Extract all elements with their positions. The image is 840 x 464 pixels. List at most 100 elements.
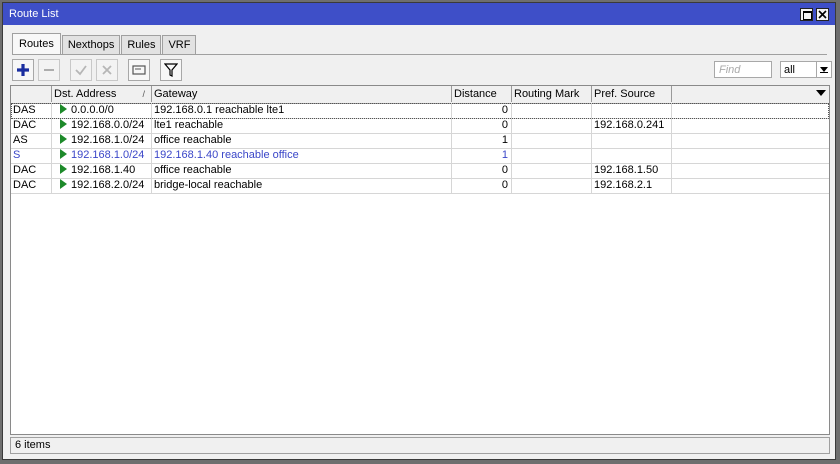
tab-routes[interactable]: Routes — [12, 33, 61, 54]
route-list-window: Route List RoutesNexthopsRulesVRF all — [2, 2, 836, 460]
column-header-flags[interactable] — [11, 86, 52, 102]
cell-text: DAS — [13, 104, 36, 116]
column-header-mark[interactable]: Routing Mark — [512, 86, 592, 102]
column-header-distance[interactable]: Distance — [452, 86, 512, 102]
cell-pref — [592, 133, 672, 148]
cell-dst: 192.168.1.40 — [52, 163, 152, 178]
restore-button[interactable] — [800, 7, 813, 21]
status-bar: 6 items — [10, 437, 830, 454]
cell-pref — [592, 148, 672, 163]
cell-text: 192.168.1.50 — [594, 164, 659, 176]
add-button[interactable] — [12, 59, 34, 81]
cell-text: DAC — [13, 164, 37, 176]
minus-icon — [44, 69, 54, 71]
cell-extra — [672, 163, 829, 178]
cell-distance: 0 — [452, 178, 512, 193]
cell-text: 192.168.2.0/24 — [71, 179, 145, 191]
cell-text: 0.0.0.0/0 — [71, 104, 114, 116]
tab-nexthops[interactable]: Nexthops — [61, 35, 121, 54]
title-bar[interactable]: Route List — [3, 3, 835, 25]
tab-rules[interactable]: Rules — [121, 35, 162, 54]
filter-button[interactable] — [160, 59, 182, 81]
column-header-extra[interactable] — [672, 86, 829, 102]
cell-text: 192.168.0.241 — [594, 119, 665, 131]
active-route-icon — [60, 134, 67, 144]
find-input[interactable] — [714, 61, 772, 78]
table-row[interactable]: S 192.168.1.0/24 192.168.1.40 reachable of… — [11, 148, 829, 164]
chevron-down-icon[interactable] — [816, 62, 831, 77]
comment-button[interactable] — [128, 59, 150, 81]
cell-text: 1 — [501, 134, 508, 146]
cell-mark — [512, 133, 592, 148]
cell-extra — [672, 133, 829, 148]
filter-icon — [164, 63, 178, 77]
cell-gateway: bridge-local reachable — [152, 178, 452, 193]
cell-text: DAC — [13, 119, 37, 131]
plus-icon — [17, 64, 29, 76]
cell-text: 0 — [501, 104, 508, 116]
table-row[interactable]: DAC 192.168.2.0/24 bridge-local reachable 0… — [11, 178, 829, 194]
enable-button[interactable] — [70, 59, 92, 81]
cell-flags: AS — [11, 133, 52, 148]
column-header-label: Distance — [454, 88, 497, 100]
cell-gateway: 192.168.1.40 reachable office — [152, 148, 452, 163]
cell-text: 192.168.1.0/24 — [71, 134, 145, 146]
cell-pref: 192.168.1.50 — [592, 163, 672, 178]
column-header-gateway[interactable]: Gateway — [152, 86, 452, 102]
close-button[interactable] — [816, 7, 829, 21]
cell-text: 192.168.2.1 — [594, 179, 653, 191]
table-row[interactable]: AS 192.168.1.0/24 office reachable 1 — [11, 133, 829, 149]
cell-pref: 192.168.0.241 — [592, 118, 672, 133]
cell-text: 192.168.0.1 reachable lte1 — [154, 104, 285, 116]
cell-gateway: lte1 reachable — [152, 118, 452, 133]
active-route-icon — [60, 104, 67, 114]
cell-dst: 192.168.2.0/24 — [52, 178, 152, 193]
column-header-label: Dst. Address — [54, 88, 117, 100]
check-icon — [75, 65, 87, 76]
cell-extra — [672, 118, 829, 133]
cell-extra — [672, 148, 829, 163]
cell-extra — [672, 103, 829, 118]
window-title: Route List — [9, 8, 59, 20]
disable-button[interactable] — [96, 59, 118, 81]
cell-mark — [512, 163, 592, 178]
cell-flags: DAC — [11, 163, 52, 178]
route-table[interactable]: Dst. Address / Gateway Distance Routing Mark… — [10, 85, 830, 435]
cell-flags: DAC — [11, 178, 52, 193]
tab-vrf[interactable]: VRF — [162, 35, 197, 54]
comment-icon — [132, 65, 146, 75]
cell-text: lte1 reachable — [154, 119, 224, 131]
close-icon — [818, 9, 827, 19]
sort-indicator: / — [142, 89, 145, 99]
column-header-label: Gateway — [154, 88, 198, 100]
cell-distance: 0 — [452, 118, 512, 133]
table-row[interactable]: DAC 192.168.1.40 office reachable 0 192.168.… — [11, 163, 829, 179]
cell-pref — [592, 103, 672, 118]
cell-text: 0 — [501, 179, 508, 191]
cell-text: office reachable — [154, 164, 232, 176]
column-header-pref[interactable]: Pref. Source — [592, 86, 672, 102]
cell-text: 0 — [501, 164, 508, 176]
active-route-icon — [60, 119, 67, 129]
table-row[interactable]: DAS 0.0.0.0/0 192.168.0.1 reachable lte1 0 — [11, 103, 829, 119]
cell-text: 192.168.1.40 reachable office — [154, 149, 299, 161]
cell-dst: 0.0.0.0/0 — [52, 103, 152, 118]
cell-text: 192.168.1.40 — [71, 164, 136, 176]
column-header-dst[interactable]: Dst. Address / — [52, 86, 152, 102]
cell-text: 0 — [501, 119, 508, 131]
cell-mark — [512, 118, 592, 133]
cell-text: DAC — [13, 179, 37, 191]
column-menu-icon[interactable] — [816, 90, 826, 96]
remove-button[interactable] — [38, 59, 60, 81]
cell-flags: S — [11, 148, 52, 163]
cell-distance: 1 — [452, 133, 512, 148]
filter-select[interactable]: all — [780, 61, 832, 78]
cell-distance: 1 — [452, 148, 512, 163]
table-row[interactable]: DAC 192.168.0.0/24 lte1 reachable 0 192.168.… — [11, 118, 829, 134]
cell-text: 1 — [501, 149, 508, 161]
cell-distance: 0 — [452, 163, 512, 178]
cell-extra — [672, 178, 829, 193]
cell-mark — [512, 178, 592, 193]
cell-text: AS — [13, 134, 28, 146]
filter-select-value: all — [784, 63, 796, 76]
